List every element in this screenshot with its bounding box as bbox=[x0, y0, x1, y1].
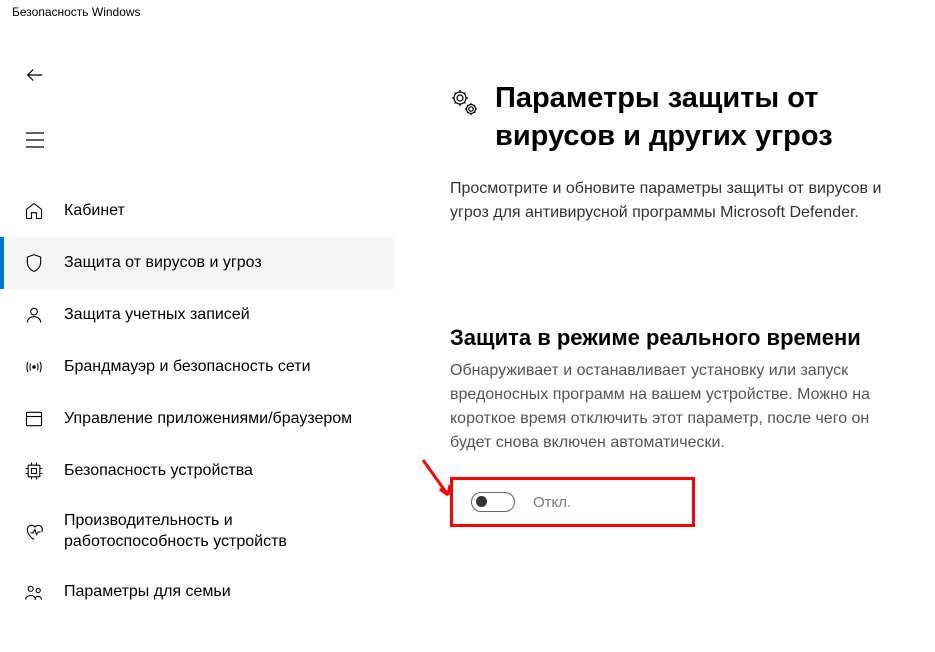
toggle-state-label: Откл. bbox=[533, 494, 571, 511]
realtime-protection-toggle[interactable] bbox=[471, 492, 515, 512]
nav-list: Кабинет Защита от вирусов и угроз Защита… bbox=[0, 185, 395, 619]
sidebar-item-label: Производительность и работоспособность у… bbox=[64, 511, 377, 553]
hamburger-button[interactable] bbox=[15, 120, 55, 160]
arrow-left-icon bbox=[24, 64, 46, 86]
shield-icon bbox=[22, 251, 46, 275]
sidebar-item-label: Брандмауэр и безопасность сети bbox=[64, 357, 311, 378]
sidebar-item-label: Кабинет bbox=[64, 201, 125, 222]
gears-icon bbox=[450, 88, 480, 118]
page-header: Параметры защиты от вирусов и других угр… bbox=[450, 80, 905, 155]
page-title: Параметры защиты от вирусов и других угр… bbox=[495, 80, 905, 155]
sidebar-item-app[interactable]: Управление приложениями/браузером bbox=[0, 393, 395, 445]
back-button[interactable] bbox=[15, 55, 55, 95]
sidebar-item-account[interactable]: Защита учетных записей bbox=[0, 289, 395, 341]
heart-icon bbox=[22, 520, 46, 544]
section-title: Защита в режиме реального времени bbox=[450, 325, 905, 351]
sidebar-item-virus[interactable]: Защита от вирусов и угроз bbox=[0, 237, 395, 289]
app-browser-icon bbox=[22, 407, 46, 431]
section-desc: Обнаруживает и останавливает установку и… bbox=[450, 359, 905, 455]
sidebar-item-label: Защита учетных записей bbox=[64, 305, 250, 326]
sidebar-item-label: Параметры для семьи bbox=[64, 582, 231, 603]
family-icon bbox=[22, 581, 46, 605]
window-title: Безопасность Windows bbox=[12, 5, 141, 19]
toggle-highlight-box: Откл. bbox=[450, 477, 695, 527]
home-icon bbox=[22, 199, 46, 223]
main-content: Параметры защиты от вирусов и других угр… bbox=[395, 30, 935, 652]
sidebar-item-label: Безопасность устройства bbox=[64, 461, 253, 482]
toggle-knob bbox=[476, 496, 487, 507]
sidebar-item-label: Защита от вирусов и угроз bbox=[64, 253, 262, 274]
annotation-arrow-icon bbox=[418, 455, 458, 505]
sidebar-item-home[interactable]: Кабинет bbox=[0, 185, 395, 237]
page-subtitle: Просмотрите и обновите параметры защиты … bbox=[450, 177, 890, 225]
account-icon bbox=[22, 303, 46, 327]
sidebar-item-perf[interactable]: Производительность и работоспособность у… bbox=[0, 497, 395, 567]
chip-icon bbox=[22, 459, 46, 483]
antenna-icon bbox=[22, 355, 46, 379]
sidebar-item-firewall[interactable]: Брандмауэр и безопасность сети bbox=[0, 341, 395, 393]
sidebar-item-family[interactable]: Параметры для семьи bbox=[0, 567, 395, 619]
realtime-protection-section: Защита в режиме реального времени Обнару… bbox=[450, 325, 905, 527]
sidebar: Кабинет Защита от вирусов и угроз Защита… bbox=[0, 30, 395, 652]
sidebar-item-device[interactable]: Безопасность устройства bbox=[0, 445, 395, 497]
hamburger-icon bbox=[25, 132, 45, 148]
sidebar-item-label: Управление приложениями/браузером bbox=[64, 409, 352, 430]
window-titlebar: Безопасность Windows bbox=[0, 0, 935, 30]
